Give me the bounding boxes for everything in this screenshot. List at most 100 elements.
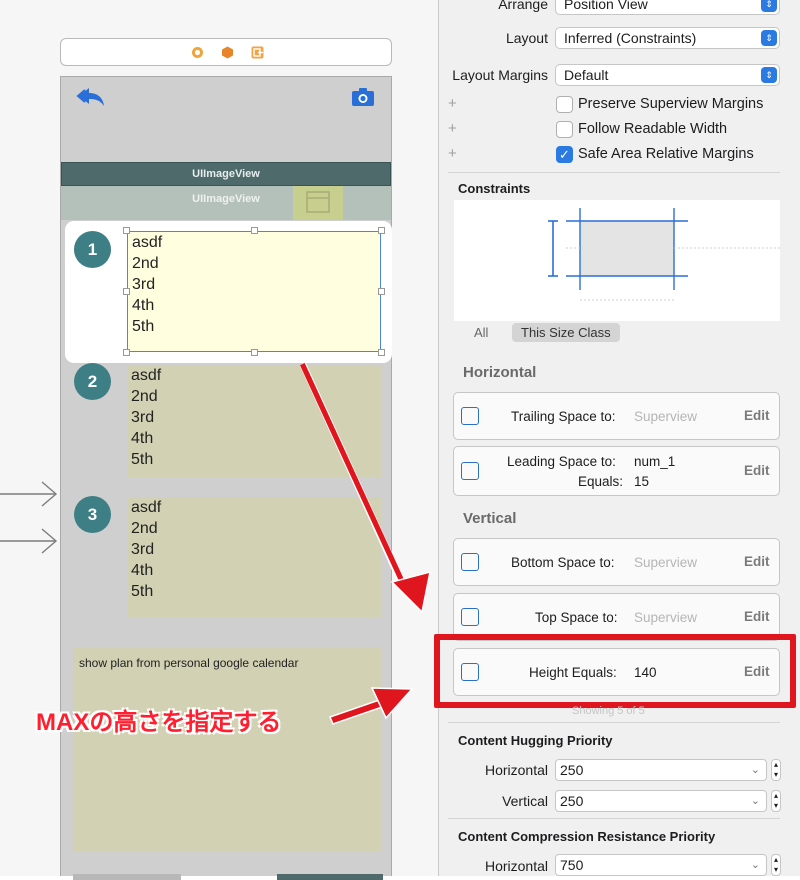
row-line: 5th: [132, 318, 155, 335]
resize-handle[interactable]: [378, 288, 385, 295]
row-line: 3rd: [132, 276, 156, 293]
content-hugging-title: Content Hugging Priority: [458, 733, 613, 748]
edit-button[interactable]: Edit: [744, 463, 770, 478]
compression-resistance-title: Content Compression Resistance Priority: [458, 829, 716, 844]
hugging-horizontal-stepper[interactable]: ▴ ▾: [771, 759, 781, 781]
hugging-horizontal-label: Horizontal: [484, 762, 548, 778]
resize-handle[interactable]: [123, 288, 130, 295]
equals-value: 15: [634, 474, 650, 489]
divider: [448, 818, 780, 819]
popup-stepper-icon: ⇕: [761, 30, 777, 46]
trailing-space-constraint[interactable]: Trailing Space to: Superview Edit: [453, 392, 780, 440]
row-line: 2nd: [131, 388, 158, 405]
row-line: 4th: [132, 297, 155, 314]
calendar-text: show plan from personal google calendar: [79, 656, 299, 670]
constraint-target: Superview: [634, 555, 698, 570]
constraints-preview: [454, 200, 780, 321]
compression-horizontal-label: Horizontal: [484, 858, 548, 874]
image-view-thumbnail[interactable]: [293, 186, 343, 220]
stack-row[interactable]: asdf 2nd 3rd 4th 5th: [127, 497, 381, 617]
edit-button[interactable]: Edit: [744, 408, 770, 423]
reply-back-icon[interactable]: [76, 86, 106, 108]
row-line: asdf: [131, 367, 162, 384]
constraint-label: Trailing Space to:: [511, 409, 616, 424]
popup-stepper-icon: ⇕: [761, 67, 777, 83]
arrange-popup[interactable]: Position View ⇕: [555, 0, 780, 15]
add-variation-plus-icon[interactable]: +: [448, 145, 457, 162]
layout-margins-value: Default: [564, 67, 609, 83]
safe-area-relative-margins-checkbox[interactable]: ✓: [556, 146, 573, 163]
row-number-badge: 2: [74, 363, 111, 400]
row-line: 5th: [131, 583, 154, 600]
camera-icon[interactable]: [351, 87, 375, 107]
add-variation-plus-icon[interactable]: +: [448, 95, 457, 112]
equals-label: Equals:: [578, 474, 624, 489]
leading-space-constraint[interactable]: Leading Space to: num_1 Equals: 15 Edit: [453, 446, 780, 496]
constraint-label: Top Space to:: [535, 610, 618, 625]
bottom-space-constraint[interactable]: Bottom Space to: Superview Edit: [453, 538, 780, 586]
chevron-down-icon: ⌄: [750, 764, 760, 776]
add-variation-plus-icon[interactable]: +: [448, 120, 457, 137]
size-class-this-tab[interactable]: This Size Class: [512, 323, 620, 342]
calendar-text-view[interactable]: show plan from personal google calendar: [73, 648, 381, 851]
row-number-badge: 3: [74, 496, 111, 533]
resize-handle[interactable]: [378, 349, 385, 356]
compression-horizontal-field[interactable]: 750 ⌄: [555, 854, 767, 876]
chevron-down-icon: ⌄: [750, 795, 760, 807]
arrange-label: Arrange: [498, 0, 548, 12]
image-placeholder-icon: [306, 191, 330, 213]
annotation-text: MAXの高さを指定する: [36, 709, 282, 736]
showing-count: Showing 5 of 5: [572, 705, 645, 717]
hugging-horizontal-field[interactable]: 250 ⌄: [555, 759, 767, 781]
row-line: 2nd: [132, 255, 159, 272]
compression-horizontal-stepper[interactable]: ▴ ▾: [771, 854, 781, 876]
layout-margins-label: Layout Margins: [452, 67, 548, 83]
first-responder-icon[interactable]: [221, 46, 234, 59]
popup-stepper-icon: ⇕: [761, 0, 777, 12]
constraint-diagram-icon: [548, 208, 780, 301]
vertical-header: Vertical: [463, 510, 517, 527]
chevron-down-icon: ⌄: [750, 859, 760, 871]
divider: [448, 722, 780, 723]
exit-icon[interactable]: [251, 46, 264, 59]
leading-space-icon: [461, 462, 479, 480]
resize-handle[interactable]: [378, 227, 385, 234]
resize-handle[interactable]: [251, 349, 258, 356]
constraint-label: Leading Space to:: [507, 454, 616, 469]
edit-button[interactable]: Edit: [744, 609, 770, 624]
row-line: 4th: [131, 562, 154, 579]
constraint-target: Superview: [634, 610, 698, 625]
compression-horizontal-value: 750: [560, 857, 584, 873]
layout-margins-popup[interactable]: Default ⇕: [555, 64, 780, 86]
layout-value: Inferred (Constraints): [564, 30, 697, 46]
follow-readable-width-checkbox[interactable]: [556, 121, 573, 138]
row-line: 4th: [131, 430, 154, 447]
row-line: 5th: [131, 451, 154, 468]
resize-handle[interactable]: [251, 227, 258, 234]
row-line: asdf: [132, 234, 163, 251]
row-line: asdf: [131, 499, 162, 516]
row-line: 3rd: [131, 541, 155, 558]
image-view-label[interactable]: UIImageView: [61, 162, 391, 186]
hugging-vertical-label: Vertical: [502, 793, 548, 809]
resize-handle[interactable]: [123, 349, 130, 356]
view-controller-icon[interactable]: [191, 46, 204, 59]
stack-row[interactable]: asdf 2nd 3rd 4th 5th: [127, 365, 381, 477]
scene-view: UIImageView UIImageView 1 asdf 2nd 3rd 4…: [60, 76, 392, 880]
bottom-bar-left: [73, 874, 181, 880]
resize-handle[interactable]: [123, 227, 130, 234]
hugging-vertical-value: 250: [560, 793, 584, 809]
constraint-target: Superview: [634, 409, 698, 424]
edit-button[interactable]: Edit: [744, 554, 770, 569]
preserve-superview-margins-checkbox[interactable]: [556, 96, 573, 113]
follow-readable-width-label: Follow Readable Width: [578, 121, 728, 137]
layout-popup[interactable]: Inferred (Constraints) ⇕: [555, 27, 780, 49]
layout-label: Layout: [505, 30, 548, 46]
stack-row-selected[interactable]: asdf 2nd 3rd 4th 5th: [127, 231, 381, 352]
top-space-icon: [461, 608, 479, 626]
arrange-value: Position View: [564, 0, 648, 12]
hugging-vertical-stepper[interactable]: ▴ ▾: [771, 790, 781, 812]
hugging-vertical-field[interactable]: 250 ⌄: [555, 790, 767, 812]
size-class-all-tab[interactable]: All: [474, 325, 488, 340]
trailing-space-icon: [461, 407, 479, 425]
